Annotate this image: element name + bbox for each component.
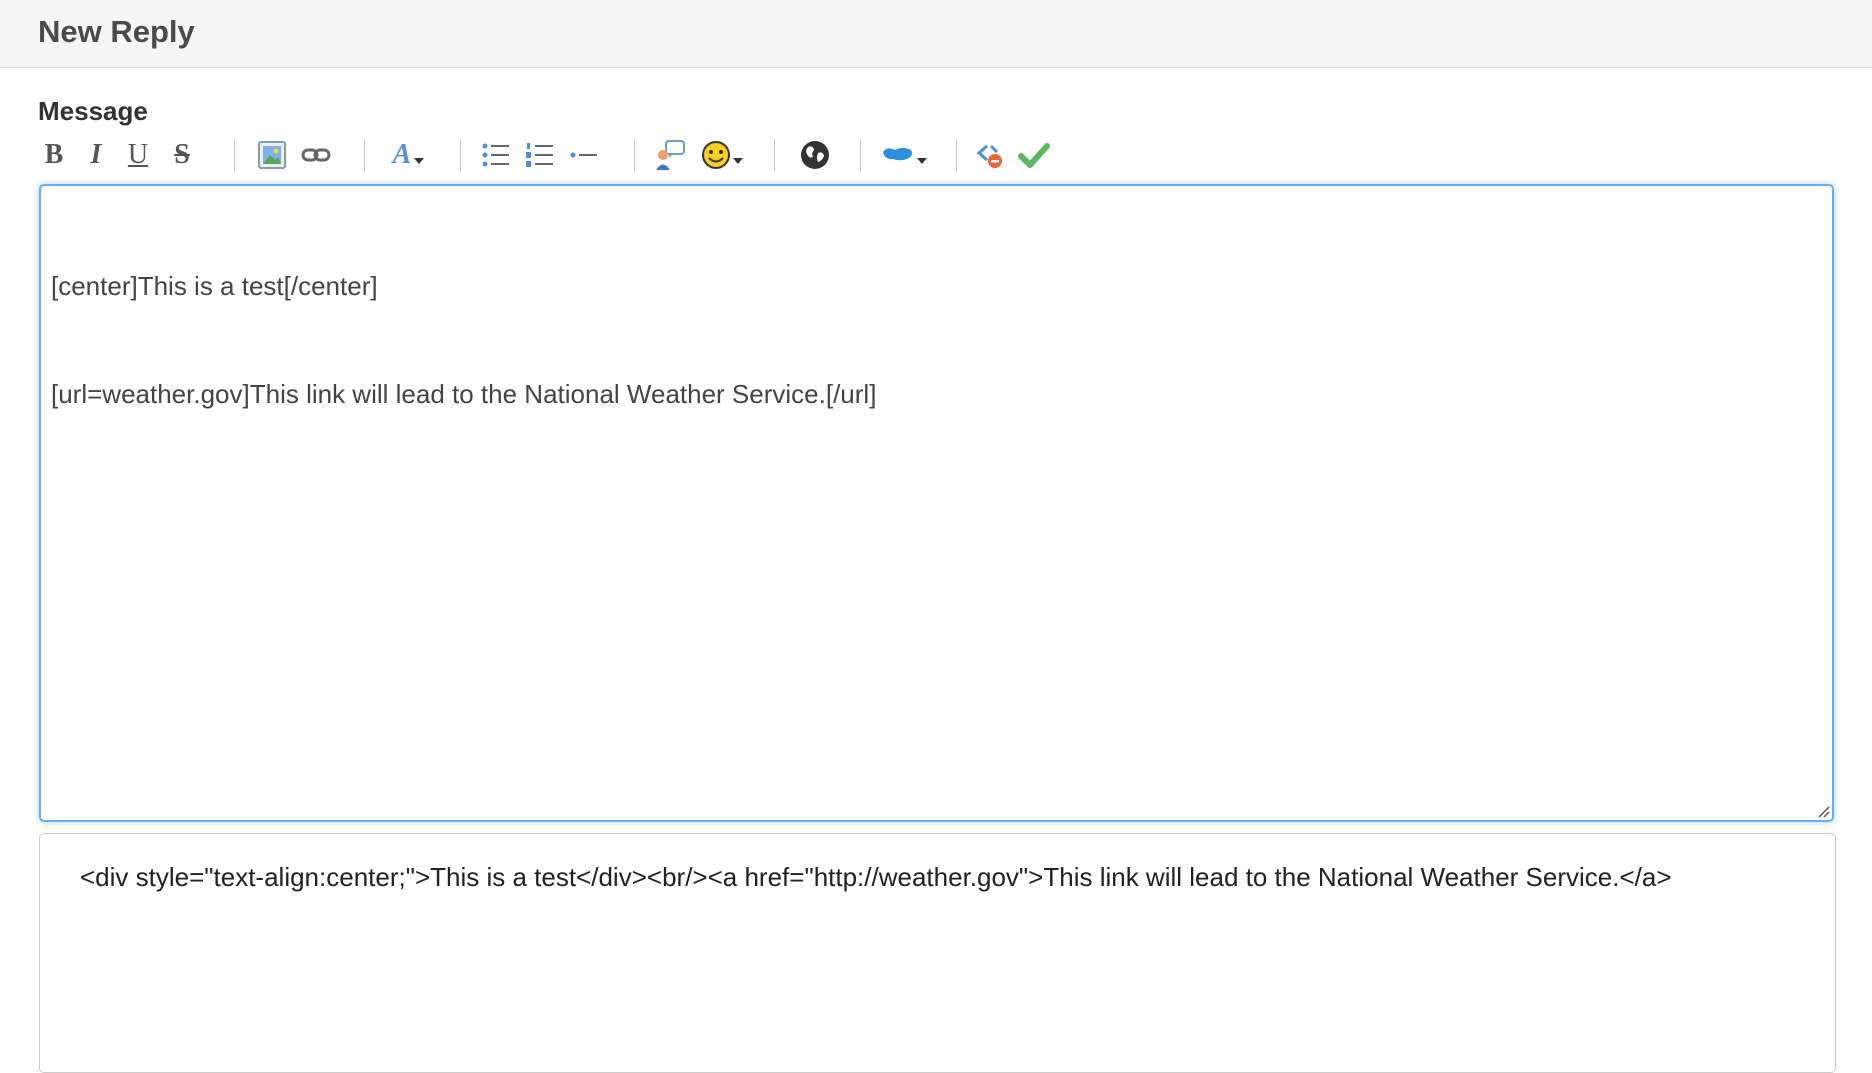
dialog-header: New Reply (0, 0, 1872, 68)
preview-html: <div style="text-align:center;">This is … (80, 862, 1672, 892)
source-icon (976, 144, 1002, 168)
font-color-icon: A (392, 139, 412, 170)
strikethrough-icon: S (174, 139, 190, 170)
image-icon (258, 141, 286, 169)
bold-button[interactable]: B (38, 137, 70, 173)
bullet-list-button[interactable] (478, 137, 514, 173)
toolbar-separator (956, 139, 957, 171)
smiley-dropdown[interactable] (698, 137, 746, 173)
globe-icon (801, 141, 829, 169)
chevron-down-icon (732, 158, 743, 164)
bullet-list-icon (482, 143, 509, 167)
bold-icon: B (44, 139, 64, 170)
mascot-dropdown[interactable] (878, 137, 930, 173)
chevron-down-icon (916, 158, 927, 164)
page-title: New Reply (38, 14, 195, 49)
globe-button[interactable] (796, 137, 834, 173)
editor-toolbar: B I U S A (38, 133, 1050, 177)
check-icon (1018, 143, 1050, 168)
underline-button[interactable]: U (122, 137, 154, 173)
font-color-dropdown[interactable]: A (384, 137, 434, 173)
horizontal-rule-icon (570, 152, 597, 158)
message-label: Message (38, 96, 148, 126)
toolbar-separator (860, 139, 861, 171)
italic-icon: I (90, 139, 102, 170)
link-icon (301, 148, 331, 162)
quote-icon (656, 140, 685, 170)
numbered-list-icon (526, 143, 553, 167)
insert-image-button[interactable] (254, 137, 290, 173)
insert-link-button[interactable] (298, 137, 334, 173)
chevron-down-icon (414, 158, 425, 164)
toolbar-separator (774, 139, 775, 171)
editor-line: [url=weather.gov]This link will lead to … (51, 379, 877, 409)
quote-button[interactable] (652, 137, 688, 173)
underline-icon: U (127, 139, 149, 170)
strikethrough-button[interactable]: S (166, 137, 198, 173)
editor-line: [center]This is a test[/center] (51, 271, 378, 301)
toolbar-separator (364, 139, 365, 171)
toolbar-separator (234, 139, 235, 171)
horizontal-rule-button[interactable] (566, 137, 602, 173)
editor-content: [center]This is a test[/center] [url=wea… (51, 196, 1822, 484)
numbered-list-button[interactable] (522, 137, 558, 173)
toolbar-separator (634, 139, 635, 171)
italic-button[interactable]: I (80, 137, 112, 173)
mascot-icon (882, 148, 912, 161)
toolbar-separator (460, 139, 461, 171)
message-textarea[interactable]: [center]This is a test[/center] [url=wea… (39, 184, 1834, 822)
check-button[interactable] (1016, 137, 1052, 173)
resize-handle-icon[interactable] (1814, 802, 1830, 818)
source-button[interactable] (972, 137, 1008, 173)
smiley-icon (701, 141, 730, 169)
html-preview-panel: <div style="text-align:center;">This is … (39, 833, 1836, 1073)
